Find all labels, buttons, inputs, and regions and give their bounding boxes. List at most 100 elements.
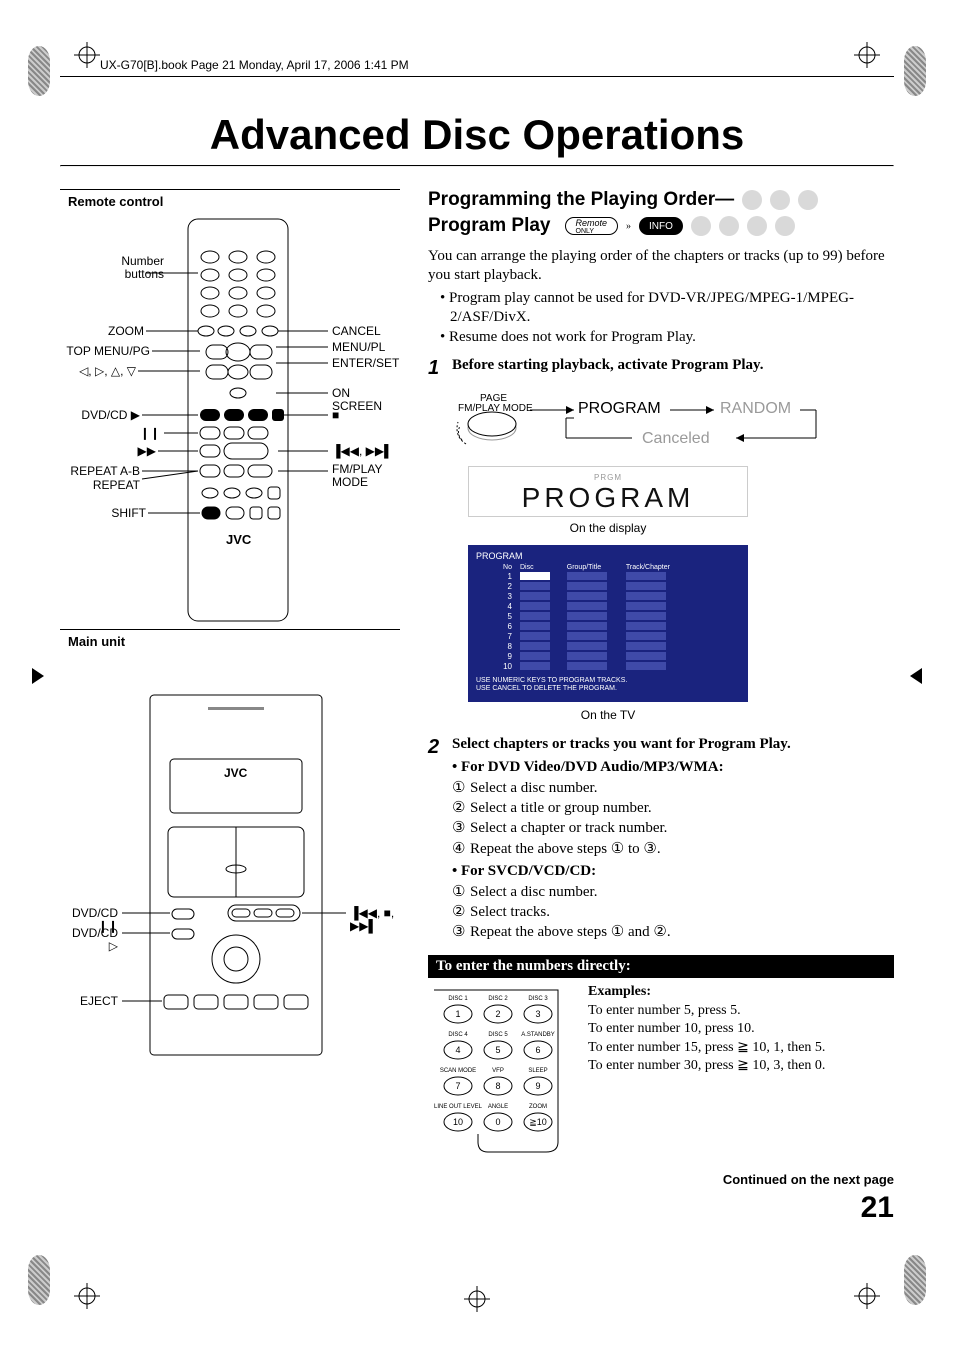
- step1-text: Before starting playback, activate Progr…: [452, 357, 894, 374]
- step2-number: 2: [428, 736, 444, 759]
- step1-number: 1: [428, 357, 444, 380]
- tv-program-screen: PROGRAM No Disc Group/Title Track/Chapte…: [468, 545, 748, 702]
- registration-mark-br: [904, 1255, 926, 1305]
- callout-enter-set: ENTER/SET: [332, 357, 399, 370]
- tv-title: PROGRAM: [476, 551, 740, 561]
- mode-canceled: Canceled: [642, 430, 710, 448]
- callout-number-buttons: Number buttons: [121, 255, 164, 281]
- callout-cancel: CANCEL: [332, 325, 381, 338]
- jvc-brand: JVC: [224, 767, 247, 780]
- divider: [60, 189, 400, 190]
- callout-main-dvdcd-play: DVD/CD ▷: [60, 927, 118, 953]
- on-tv-caption: On the TV: [468, 708, 748, 722]
- callout-repeat: REPEAT: [93, 479, 140, 492]
- divider: [60, 629, 400, 630]
- svg-text:DISC 5: DISC 5: [488, 1032, 508, 1038]
- callout-pause: ❙❙: [140, 427, 160, 440]
- crosshair-icon: [464, 1286, 490, 1317]
- svg-text:8: 8: [495, 1081, 500, 1091]
- example-line: To enter number 15, press ≧ 10, 1, then …: [588, 1039, 894, 1057]
- side-tick-right-icon: [904, 666, 924, 686]
- jvc-brand: JVC: [226, 533, 251, 546]
- bullet-item: Program play cannot be used for DVD-VR/J…: [440, 289, 894, 328]
- svg-text:DISC 2: DISC 2: [488, 996, 508, 1002]
- svg-text:0: 0: [495, 1117, 500, 1127]
- direct-number-heading: To enter the numbers directly:: [428, 955, 894, 978]
- registration-mark-tr: [904, 46, 926, 96]
- example-line: To enter number 30, press ≧ 10, 3, then …: [588, 1057, 894, 1075]
- crosshair-icon: [852, 1281, 882, 1311]
- svg-text:5: 5: [495, 1045, 500, 1055]
- callout-stop: ■: [332, 409, 339, 422]
- tv-footer1: USE NUMERIC KEYS TO PROGRAM TRACKS.: [476, 677, 740, 685]
- continued-label: Continued on the next page: [428, 1172, 894, 1187]
- mode-btn-mid-label: FM/PLAY MODE: [458, 404, 533, 414]
- step2-list1: ①Select a disc number. ②Select a title o…: [452, 778, 894, 859]
- intro-text: You can arrange the playing order of the…: [428, 247, 894, 285]
- seven-segment-display: PROGRAM: [469, 482, 747, 514]
- callout-ff: ▶▶: [138, 445, 156, 458]
- callout-top-menu-pg: TOP MENU/PG: [66, 345, 150, 358]
- callout-fmplay-mode: FM/PLAY MODE: [332, 463, 382, 489]
- callout-zoom: ZOOM: [108, 325, 144, 338]
- registration-mark-tl: [28, 46, 50, 96]
- format-dot-icon: [691, 216, 711, 236]
- svg-text:ANGLE: ANGLE: [488, 1104, 508, 1110]
- example-line: To enter number 10, press 10.: [588, 1020, 894, 1038]
- svg-text:DISC 3: DISC 3: [528, 996, 548, 1002]
- main-unit-label: Main unit: [68, 634, 400, 649]
- svg-text:4: 4: [455, 1045, 460, 1055]
- callout-main-eject: EJECT: [80, 995, 118, 1008]
- mode-program: PROGRAM: [578, 400, 661, 418]
- step2-sub2: • For SVCD/VCD/CD:: [452, 863, 894, 880]
- svg-text:LINE OUT LEVEL: LINE OUT LEVEL: [434, 1104, 483, 1110]
- format-dot-icon: [775, 216, 795, 236]
- example-line: To enter number 5, press 5.: [588, 1002, 894, 1020]
- crosshair-icon: [72, 1281, 102, 1311]
- page-title: Advanced Disc Operations: [60, 111, 894, 159]
- remote-diagram: Number buttons ZOOM TOP MENU/PG ◁, ▷, △,…: [60, 213, 400, 629]
- svg-text:9: 9: [535, 1081, 540, 1091]
- mode-random: RANDOM: [720, 400, 791, 418]
- subheading-line1: Programming the Playing Order—: [428, 189, 734, 211]
- svg-text:2: 2: [495, 1009, 500, 1019]
- svg-text:7: 7: [455, 1081, 460, 1091]
- crosshair-icon: [72, 40, 102, 70]
- svg-text:VFP: VFP: [492, 1068, 504, 1074]
- callout-shift: SHIFT: [111, 507, 146, 520]
- svg-text:6: 6: [535, 1045, 540, 1055]
- callout-main-transport: ▐◀◀, ■, ▶▶▌: [350, 907, 400, 933]
- title-underline: [60, 165, 894, 167]
- examples-heading: Examples:: [588, 984, 894, 1000]
- registration-mark-bl: [28, 1255, 50, 1305]
- svg-text:A.STANDBY: A.STANDBY: [521, 1032, 555, 1038]
- step2-sub1: • For DVD Video/DVD Audio/MP3/WMA:: [452, 759, 894, 776]
- bullet-item: Resume does not work for Program Play.: [440, 328, 894, 348]
- step2-list2: ①Select a disc number. ②Select tracks. ③…: [452, 882, 894, 943]
- remote-control-label: Remote control: [68, 194, 400, 209]
- unit-display: PRGM PROGRAM On the display: [468, 466, 748, 535]
- info-badge: INFO: [639, 217, 683, 235]
- svg-text:SLEEP: SLEEP: [528, 1068, 547, 1074]
- format-dot-icon: [770, 190, 790, 210]
- tv-footer2: USE CANCEL TO DELETE THE PROGRAM.: [476, 685, 740, 693]
- book-header-line: UX-G70[B].book Page 21 Monday, April 17,…: [100, 58, 894, 72]
- format-dot-icon: [747, 216, 767, 236]
- callout-repeat-ab: REPEAT A-B: [70, 465, 140, 478]
- svg-text:10: 10: [453, 1117, 463, 1127]
- callout-dvdcd-play: DVD/CD ▶: [81, 409, 140, 422]
- svg-text:ZOOM: ZOOM: [529, 1104, 547, 1110]
- svg-text:SCAN MODE: SCAN MODE: [440, 1068, 476, 1074]
- mode-cycle-diagram: PAGE FM/PLAY MODE PROGRAM RANDOM Cancele…: [446, 388, 894, 460]
- format-dot-icon: [742, 190, 762, 210]
- svg-text:DISC 1: DISC 1: [448, 996, 468, 1002]
- remote-only-badge: RemoteONLY: [565, 217, 619, 235]
- subheading-line2: Program Play: [428, 215, 551, 237]
- examples-block: Examples: To enter number 5, press 5. To…: [588, 984, 894, 1154]
- callout-menu-pl: MENU/PL: [332, 341, 385, 354]
- crosshair-icon: [852, 40, 882, 70]
- side-tick-left-icon: [30, 666, 50, 686]
- keypad-diagram: 123 456 789 100≧10 DISC 1DISC 2DISC 3 DI…: [428, 984, 578, 1154]
- svg-text:3: 3: [535, 1009, 540, 1019]
- svg-text:1: 1: [455, 1009, 460, 1019]
